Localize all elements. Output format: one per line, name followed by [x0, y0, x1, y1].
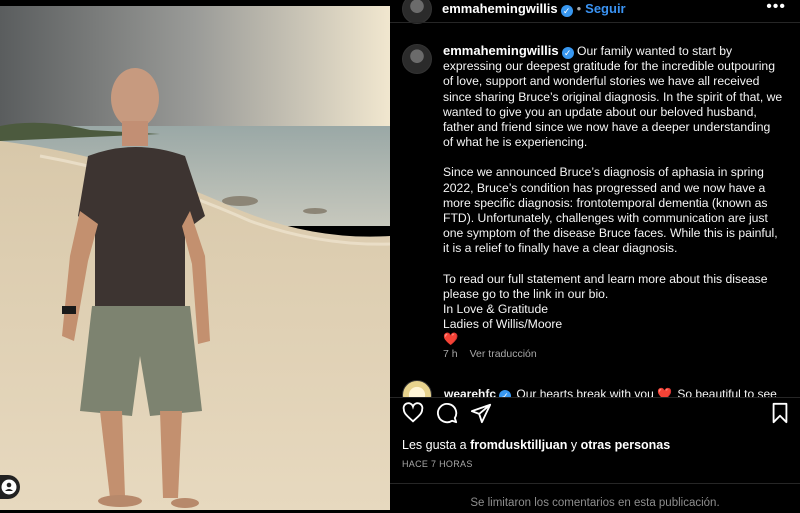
comment-username[interactable]: wearehfc: [444, 387, 496, 397]
comment-icon[interactable]: [436, 402, 458, 424]
caption-username[interactable]: emmahemingwillis: [443, 43, 559, 58]
follow-button[interactable]: Seguir: [585, 1, 625, 16]
likes-summary: Les gusta a fromdusktilljuan y otras per…: [402, 438, 671, 452]
post-caption: emmahemingwillis ✓ Our family wanted to s…: [443, 43, 783, 348]
user-tag-icon: [1, 479, 17, 495]
heart-icon[interactable]: [402, 402, 424, 424]
more-options-icon[interactable]: •••: [766, 0, 786, 16]
commenter-avatar[interactable]: [402, 380, 432, 397]
share-icon[interactable]: [470, 402, 492, 424]
caption-author-avatar[interactable]: [402, 44, 432, 74]
comments-limited-notice: Se limitaron los comentarios en esta pub…: [470, 497, 720, 509]
post-timestamp[interactable]: HACE 7 HORAS: [402, 459, 473, 469]
caption-heart: ❤️: [443, 332, 459, 347]
author-username[interactable]: emmahemingwillis: [442, 1, 558, 16]
post-header-user: emmahemingwillis ✓ • Seguir: [442, 0, 626, 18]
verified-icon: ✓: [561, 47, 574, 59]
caption-meta: 7 h Ver traducción: [443, 348, 549, 360]
post-actions-bar: [390, 400, 800, 430]
bookmark-icon[interactable]: [770, 402, 790, 424]
caption-paragraph-2: Since we announced Bruce’s diagnosis of …: [443, 165, 778, 256]
comment-heart: ❤️: [657, 387, 673, 397]
divider: [390, 397, 800, 398]
caption-signoff-1: In Love & Gratitude: [443, 302, 549, 317]
other-likers-link[interactable]: otras personas: [581, 438, 671, 452]
caption-scroll-area[interactable]: emmahemingwillis ✓ Our family wanted to s…: [390, 22, 800, 397]
caption-paragraph-1: emmahemingwillis ✓ Our family wanted to s…: [443, 43, 783, 150]
author-avatar[interactable]: [402, 0, 432, 24]
post-photo[interactable]: [0, 6, 390, 510]
liker-username[interactable]: fromdusktilljuan: [470, 438, 567, 452]
verified-icon: ✓: [499, 390, 512, 397]
caption-age: 7 h: [443, 348, 458, 360]
divider: [390, 483, 800, 484]
translate-link[interactable]: Ver traducción: [470, 348, 537, 360]
post-details-panel: emmahemingwillis ✓ • Seguir ••• emmahemingw…: [390, 0, 800, 513]
caption-signoff-2: Ladies of Willis/Moore: [443, 317, 563, 332]
post-header: emmahemingwillis ✓ • Seguir •••: [390, 0, 800, 24]
post-media-panel: [0, 0, 390, 513]
comment-text: Our hearts break with you: [516, 387, 654, 397]
comment-text-continued: So beautiful to see: [677, 387, 777, 397]
comment-item: wearehfc ✓ Our hearts break with you ❤️ S…: [402, 380, 800, 397]
verified-icon: ✓: [560, 5, 573, 17]
caption-link-line: To read our full statement and learn mor…: [443, 271, 768, 301]
separator-dot: •: [576, 1, 582, 16]
